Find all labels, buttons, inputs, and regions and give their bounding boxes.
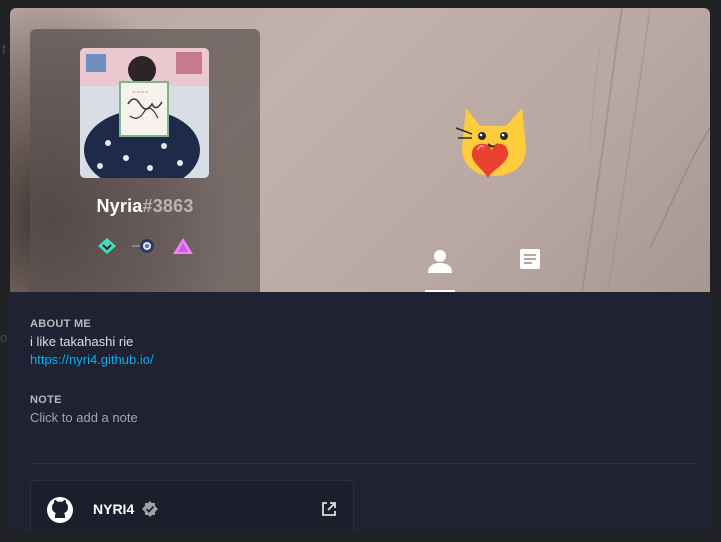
tab-activity[interactable] — [512, 244, 548, 292]
tab-user-info[interactable] — [422, 244, 458, 292]
hypesquad-balance-icon[interactable] — [94, 235, 120, 257]
connection-github: NYRI4 — [30, 480, 354, 532]
note-input[interactable]: Click to add a note — [30, 410, 138, 425]
divider — [30, 463, 698, 464]
note-heading: NOTE — [30, 394, 62, 406]
badge-list — [30, 235, 260, 257]
external-link-icon[interactable] — [321, 501, 337, 517]
note-icon — [520, 249, 540, 269]
heart-cat-emoji-icon — [452, 100, 534, 182]
person-icon — [428, 250, 452, 273]
username: Nyria — [96, 196, 143, 216]
user-profile-modal: ~~~~ Nyria#3863 ABOUT ME i like takahash… — [10, 8, 710, 532]
about-me-heading: ABOUT ME — [30, 318, 92, 330]
early-supporter-icon[interactable] — [170, 235, 196, 257]
discriminator: #3863 — [142, 196, 194, 216]
svg-text:~~~~: ~~~~ — [132, 90, 149, 96]
background-fragment: f — [2, 42, 6, 57]
profile-body: ABOUT ME i like takahashi rie https://ny… — [10, 292, 710, 532]
background-fragment: o — [0, 330, 8, 345]
profile-card: ~~~~ Nyria#3863 — [30, 29, 260, 292]
about-me-link[interactable]: https://nyri4.github.io/ — [30, 352, 154, 367]
nitro-boost-icon[interactable] — [132, 235, 158, 257]
verified-icon — [142, 501, 158, 517]
about-me-text: i like takahashi rie — [30, 334, 134, 349]
username-tag: Nyria#3863 — [30, 196, 260, 217]
github-icon — [47, 497, 73, 523]
avatar[interactable]: ~~~~ — [80, 48, 209, 178]
connection-name: NYRI4 — [93, 501, 135, 517]
